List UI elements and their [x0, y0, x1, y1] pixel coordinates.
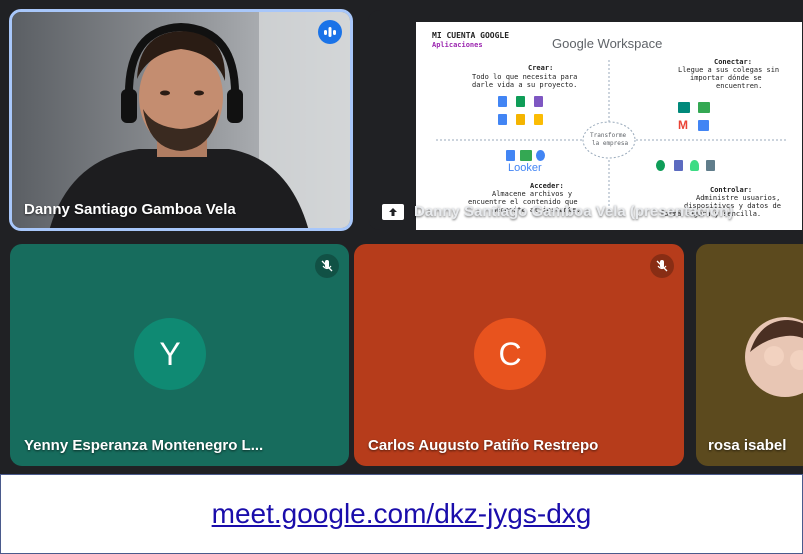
- admin-icon: [656, 160, 665, 171]
- speaking-indicator-icon: [318, 20, 342, 44]
- looker-logo: Looker: [508, 162, 542, 174]
- participant-name: Carlos Augusto Patiño Restrepo: [368, 437, 599, 454]
- mic-off-icon: [650, 254, 674, 278]
- center-text-2: la empresa: [592, 140, 629, 147]
- mic-off-icon: [315, 254, 339, 278]
- center-text-1: Transforme: [590, 132, 627, 139]
- meeting-stage: Danny Santiago Gamboa Vela MI CUENTA GOO…: [0, 0, 803, 474]
- android-icon: [690, 160, 699, 171]
- avatar: C: [474, 318, 546, 390]
- participant-name: Danny Santiago Gamboa Vela (presentación…: [414, 203, 734, 220]
- avatar-photo: [745, 317, 803, 397]
- controlar-label: Controlar:: [710, 186, 753, 194]
- avatar: Y: [134, 318, 206, 390]
- meeting-link-box: meet.google.com/dkz-jygs-dxg: [0, 474, 803, 554]
- participant-name: Yenny Esperanza Montenegro L...: [24, 437, 264, 454]
- participant-tile-rosa[interactable]: rosa isabel: [696, 244, 803, 466]
- controlar-text-1: Administre usuarios,: [696, 194, 781, 202]
- participant-tile-carlos[interactable]: C Carlos Augusto Patiño Restrepo: [354, 244, 684, 466]
- meeting-link[interactable]: meet.google.com/dkz-jygs-dxg: [212, 498, 592, 530]
- drive-icon: [520, 150, 532, 161]
- presentation-tile[interactable]: MI CUENTA GOOGLE Aplicaciones Google Wor…: [368, 10, 803, 230]
- participant-name: rosa isabel: [708, 437, 787, 454]
- acceder-text-1: Almacene archivos y: [492, 190, 573, 198]
- speaker-video: [12, 12, 350, 228]
- present-to-all-icon: [382, 204, 404, 220]
- acceder-label: Acceder:: [530, 182, 564, 190]
- vault-icon: [674, 160, 683, 171]
- cloud-search-icon: [536, 150, 545, 161]
- speaker-tile[interactable]: Danny Santiago Gamboa Vela: [9, 9, 353, 231]
- participant-tile-yenny[interactable]: Y Yenny Esperanza Montenegro L...: [10, 244, 349, 466]
- presentation-slide: MI CUENTA GOOGLE Aplicaciones Google Wor…: [416, 22, 802, 230]
- participant-name: Danny Santiago Gamboa Vela: [24, 201, 236, 218]
- sites-icon: [506, 150, 515, 161]
- device-icon: [706, 160, 715, 171]
